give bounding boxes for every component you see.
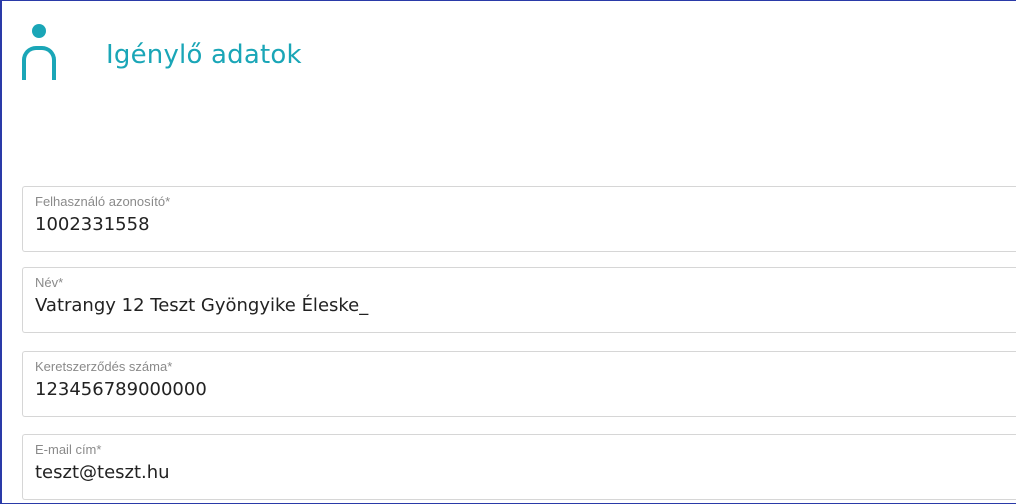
person-icon-body [22,46,56,80]
user-id-label: Felhasználó azonosító* [35,194,171,209]
email-label: E-mail cím* [35,442,102,457]
person-icon [20,24,56,80]
contract-number-value[interactable]: 123456789000000 [35,379,207,400]
email-field[interactable]: E-mail cím* teszt@teszt.hu [22,434,1016,500]
contract-number-field[interactable]: Keretszerződés száma* 123456789000000 [22,351,1016,417]
name-label: Név* [35,275,64,290]
name-field[interactable]: Név* Vatrangy 12 Teszt Gyöngyike Éleske_ [22,267,1016,333]
name-value[interactable]: Vatrangy 12 Teszt Gyöngyike Éleske_ [35,295,368,316]
contract-number-label: Keretszerződés száma* [35,359,173,374]
email-value[interactable]: teszt@teszt.hu [35,462,170,483]
user-id-value[interactable]: 1002331558 [35,214,150,235]
person-icon-head [32,24,46,38]
section-title: Igénylő adatok [106,40,302,70]
section-header: Igénylő adatok [20,22,302,82]
user-id-field[interactable]: Felhasználó azonosító* 1002331558 [22,186,1016,252]
